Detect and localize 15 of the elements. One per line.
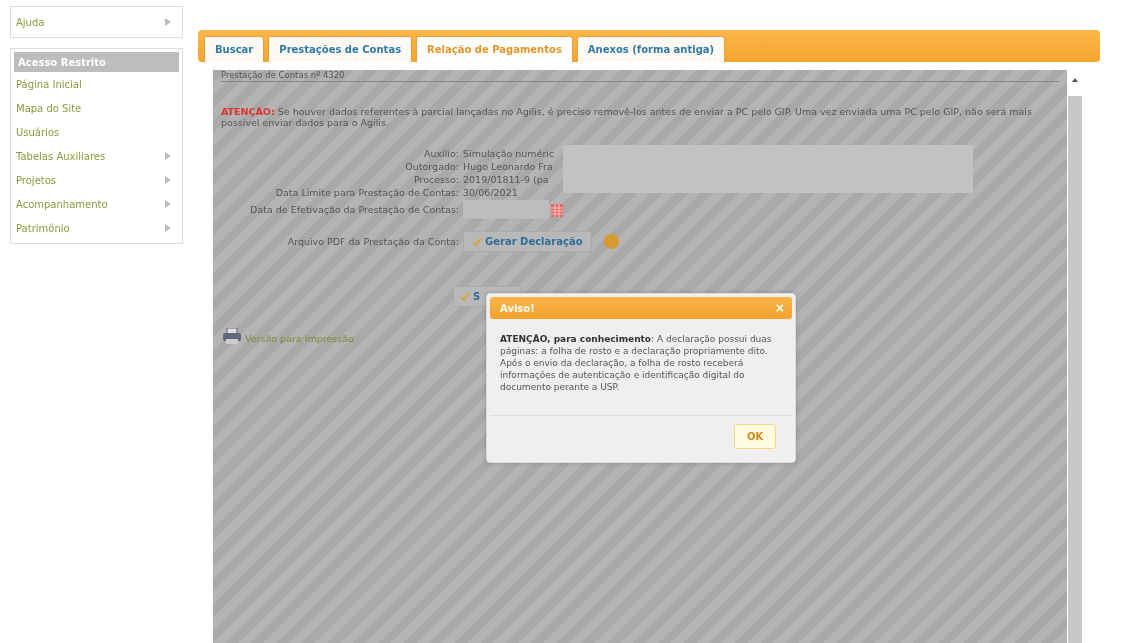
field-label: Data de Efetivação da Prestação de Contas: — [249, 204, 459, 215]
sidebar-section-title: Acesso Restrito — [14, 52, 179, 72]
field-value: Hugo Leonardo Fra — [463, 161, 554, 172]
warning-text: ATENÇÃO: Se houver dados referentes à parcial lançadas no Agilis, é preciso removê-los antes de enviar a PC pelo GIP. Uma vez enviada uma PC pelo GIP, não será mais possível enviar dados para o Agilis. — [221, 106, 1033, 128]
section-heading: Prestação de Contas nº 4320 — [221, 70, 1059, 82]
field-value: 2019/01811-9 (pa — [463, 174, 550, 185]
dialog-title: Aviso! — [500, 302, 535, 314]
dialog-message: ATENÇÃO, para conhecimento: A declaração possui duas páginas: a folha de rosto e a declaração propriamente dito. Após o envio da declaração, a folha de rosto receberá informações de autenticação e identificação digital do documento perante a USP. — [500, 333, 773, 393]
field-label: Auxílio: — [422, 148, 459, 159]
field-label: Data Limite para Prestação de Contas: — [274, 187, 459, 198]
field-value: Simulação numéric — [463, 148, 556, 159]
field-value: 30/06/2021 — [463, 187, 519, 198]
field-label: Arquivo PDF da Prestação da Conta: — [286, 236, 459, 247]
field-label: Outorgado: — [404, 161, 459, 172]
field-label: Processo: — [412, 174, 459, 185]
